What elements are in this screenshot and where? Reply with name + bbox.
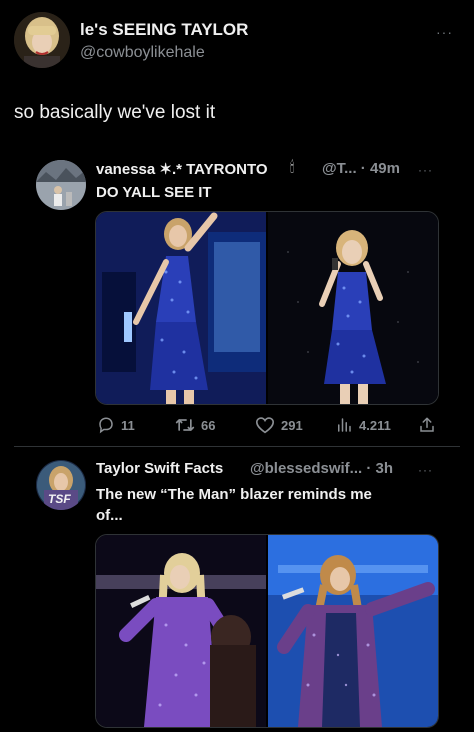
divider (14, 446, 460, 447)
author-display-name[interactable]: le's SEEING TAYLOR (80, 20, 248, 40)
quote2-photo-right[interactable] (268, 535, 438, 727)
quote1-avatar[interactable] (36, 160, 86, 210)
tweet-text: so basically we've lost it (14, 102, 216, 123)
quote2-text-line2: of... (96, 507, 123, 524)
quote2-avatar[interactable]: TSF (36, 460, 86, 510)
quote1-photo-left[interactable] (96, 212, 266, 404)
quote1-display-name[interactable]: vanessa ✶.* TAYRONTO (96, 160, 268, 178)
author-avatar[interactable] (14, 12, 70, 68)
repost-icon (175, 419, 195, 431)
quote2-avatar-label: TSF (48, 492, 71, 506)
quote2-more-icon[interactable]: ··· (418, 463, 433, 477)
candle-emoji: 🕯 (290, 159, 295, 176)
reply-icon (99, 417, 113, 434)
views-count: 4.211 (359, 417, 391, 433)
quote1-text: DO YALL SEE IT (96, 184, 212, 201)
quote1-handle-time[interactable]: @T... · 49m (322, 160, 400, 177)
quote2-handle-time[interactable]: @blessedswif... · 3h (250, 460, 393, 477)
heart-icon (255, 417, 275, 434)
quote2-photo-left[interactable] (96, 535, 266, 727)
quote1-media[interactable] (95, 211, 439, 405)
share-icon (420, 417, 434, 432)
like-count: 291 (281, 417, 303, 433)
repost-count: 66 (201, 417, 216, 433)
quote2-media[interactable] (95, 534, 439, 728)
repost-button[interactable]: 66 (175, 416, 215, 434)
author-handle[interactable]: @cowboylikehale (80, 44, 205, 62)
views-icon (338, 418, 351, 432)
like-button[interactable]: 291 (255, 416, 303, 434)
reply-button[interactable]: 11 (97, 416, 135, 434)
quote1-photo-right[interactable] (268, 212, 438, 404)
quote1-more-icon[interactable]: ··· (418, 163, 433, 177)
share-button[interactable] (418, 416, 436, 434)
views-button[interactable]: 4.211 (335, 416, 391, 434)
quote2-text-line1: The new “The Man” blazer reminds me (96, 486, 372, 503)
more-options-icon[interactable]: ··· (436, 24, 453, 40)
reply-count: 11 (121, 417, 135, 433)
quote2-display-name[interactable]: Taylor Swift Facts (96, 460, 223, 477)
